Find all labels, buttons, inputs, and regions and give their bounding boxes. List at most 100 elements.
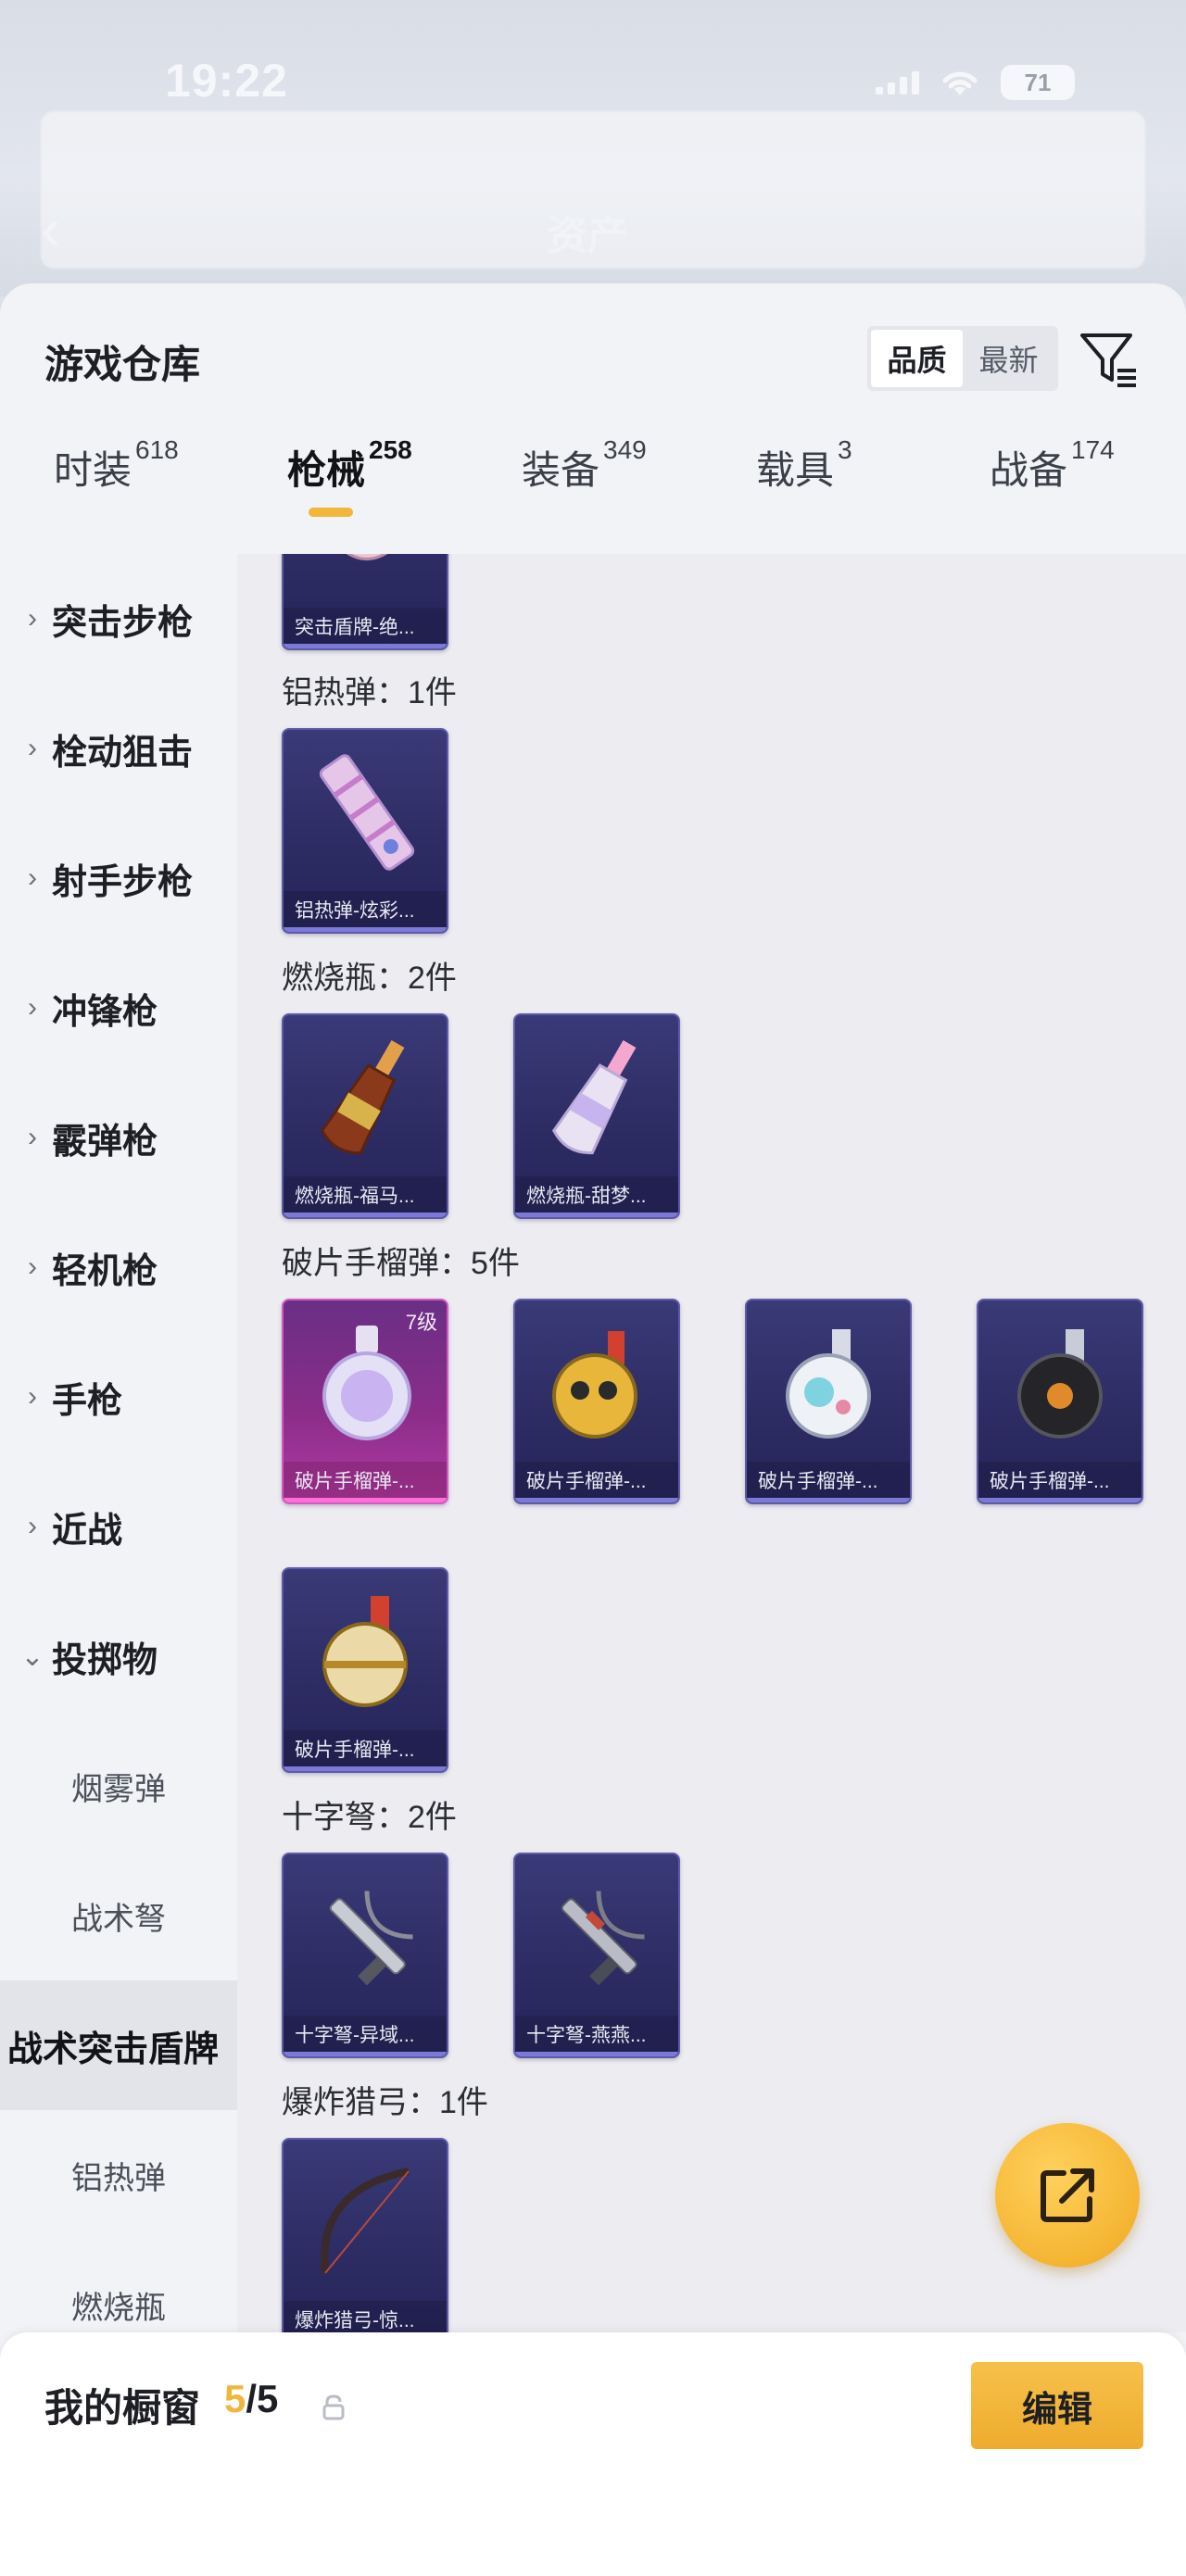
- item-caption: 突击盾牌-绝...: [284, 608, 447, 648]
- edit-button[interactable]: 编辑: [971, 2362, 1143, 2449]
- lock-icon[interactable]: [321, 2394, 347, 2421]
- sidebar-item-melee[interactable]: › 近战: [0, 1462, 237, 1591]
- background-title: 资产: [547, 213, 628, 258]
- sidebar-item-label: 突击步枪: [52, 603, 194, 643]
- chevron-right-icon: ›: [28, 1381, 37, 1412]
- tab-count: 618: [135, 435, 179, 464]
- item-card[interactable]: 燃烧瓶-福马...: [282, 1013, 448, 1219]
- group-title: 爆炸猎弓：1件: [282, 2085, 488, 2120]
- item-card[interactable]: 燃烧瓶-甜梦...: [513, 1013, 680, 1219]
- page-title: 游戏仓库: [44, 343, 201, 386]
- group-title: 十字弩：2件: [282, 1800, 457, 1835]
- item-card[interactable]: 爆炸猎弓-惊...: [282, 2138, 448, 2332]
- rarity-bar: [284, 1766, 447, 1771]
- item-card[interactable]: 破片手榴弹-...: [977, 1299, 1143, 1504]
- item-card[interactable]: 7级 破片手榴弹-...: [282, 1299, 448, 1504]
- showcase-title: 我的橱窗: [44, 2386, 201, 2430]
- tab-vehicles[interactable]: 载具 3: [756, 435, 852, 541]
- chevron-right-icon: ›: [28, 733, 37, 763]
- status-icons: 71: [876, 65, 1075, 100]
- tab-firearms[interactable]: 枪械 258: [287, 435, 412, 541]
- sidebar-item-label: 手枪: [52, 1381, 123, 1421]
- sheet-header: 游戏仓库 品质 最新: [0, 283, 1186, 404]
- rarity-bar: [515, 1498, 678, 1502]
- status-time: 19:22: [165, 55, 288, 107]
- crossbow-icon: [515, 1854, 678, 2019]
- item-card[interactable]: 破片手榴弹-...: [282, 1567, 448, 1773]
- molotov-icon: [515, 1015, 678, 1180]
- sort-toggle: 品质 最新: [867, 326, 1058, 391]
- sort-newest-button[interactable]: 最新: [963, 330, 1054, 387]
- item-card[interactable]: 十字弩-异域...: [282, 1853, 448, 2058]
- item-caption: 燃烧瓶-甜梦...: [515, 1176, 678, 1217]
- rarity-bar: [284, 2052, 447, 2056]
- group-title: 破片手榴弹：5件: [282, 1246, 520, 1281]
- item-caption: 破片手榴弹-...: [978, 1462, 1142, 1502]
- battery-icon: 71: [1001, 65, 1075, 100]
- sidebar-item-shotgun[interactable]: › 霰弹枪: [0, 1073, 237, 1202]
- sidebar-item-bolt-sniper[interactable]: › 栓动狙击: [0, 684, 237, 813]
- sort-quality-button[interactable]: 品质: [871, 330, 963, 387]
- sidebar-item-pistol[interactable]: › 手枪: [0, 1332, 237, 1462]
- showcase-max: 5: [257, 2377, 279, 2420]
- item-caption: 爆炸猎弓-惊...: [284, 2301, 447, 2332]
- molotov-icon: [284, 1015, 447, 1180]
- item-caption: 十字弩-异域...: [284, 2016, 447, 2056]
- sidebar-sub-assault-shield[interactable]: 战术突击盾牌: [0, 1980, 237, 2110]
- chevron-right-icon: ›: [28, 603, 37, 634]
- sidebar-sub-tactical-crossbow[interactable]: 战术弩: [0, 1851, 237, 1980]
- item-caption: 燃烧瓶-福马...: [284, 1176, 447, 1217]
- tab-count: 349: [603, 435, 647, 464]
- item-caption: 十字弩-燕燕...: [515, 2016, 678, 2056]
- sidebar-sub-thermite[interactable]: 铝热弹: [0, 2110, 237, 2240]
- rarity-bar: [284, 1213, 447, 1217]
- item-card[interactable]: 突击盾牌-绝...: [282, 554, 448, 650]
- category-tabs: 时装 618 枪械 258 装备 349 载具 3 战备 174: [0, 435, 1186, 558]
- item-caption: 铝热弹-炫彩...: [284, 891, 447, 932]
- tab-gear[interactable]: 战备 174: [990, 435, 1115, 541]
- sidebar-item-label: 轻机枪: [52, 1251, 158, 1291]
- group-title: 燃烧瓶：2件: [282, 961, 457, 996]
- item-caption: 破片手榴弹-...: [284, 1462, 447, 1502]
- item-card[interactable]: 破片手榴弹-...: [513, 1299, 680, 1504]
- group-title: 铝热弹：1件: [282, 675, 457, 710]
- cellular-signal-icon: [876, 70, 919, 94]
- showcase-current: 5: [224, 2377, 246, 2420]
- grenade-icon: [515, 1301, 678, 1465]
- sidebar-item-label: 射手步枪: [52, 862, 194, 902]
- share-button[interactable]: [995, 2123, 1140, 2268]
- tab-skins[interactable]: 时装 618: [54, 435, 179, 541]
- rarity-bar: [515, 1213, 678, 1217]
- tab-label: 装备: [522, 448, 600, 492]
- tab-count: 174: [1071, 435, 1115, 464]
- item-card[interactable]: 铝热弹-炫彩...: [282, 728, 448, 934]
- sidebar-item-throwables[interactable]: ⌄ 投掷物: [0, 1591, 237, 1721]
- active-tab-indicator: [309, 508, 353, 517]
- showcase-bar: 我的橱窗 5/5 编辑: [0, 2332, 1186, 2576]
- item-card[interactable]: 破片手榴弹-...: [745, 1299, 912, 1504]
- item-card[interactable]: 十字弩-燕燕...: [513, 1853, 680, 2058]
- sidebar-item-smg[interactable]: › 冲锋枪: [0, 943, 237, 1073]
- back-icon[interactable]: ‹: [41, 195, 60, 263]
- rarity-bar: [515, 2052, 678, 2056]
- tab-equipment[interactable]: 装备 349: [522, 435, 647, 541]
- sidebar-item-label: 近战: [52, 1511, 123, 1551]
- sidebar-sub-smoke[interactable]: 烟雾弹: [0, 1721, 237, 1851]
- sidebar-item-marksman-rifle[interactable]: › 射手步枪: [0, 813, 237, 943]
- chevron-right-icon: ›: [28, 1122, 37, 1152]
- rarity-bar: [747, 1498, 910, 1502]
- chevron-right-icon: ›: [28, 992, 37, 1023]
- filter-icon[interactable]: [1079, 330, 1140, 391]
- tab-count: 3: [838, 435, 852, 464]
- showcase-slash: /: [246, 2377, 258, 2420]
- sidebar-item-label: 冲锋枪: [52, 992, 158, 1032]
- sidebar-item-lmg[interactable]: › 轻机枪: [0, 1202, 237, 1332]
- sidebar-item-label: 栓动狙击: [52, 733, 194, 773]
- rarity-bar: [284, 927, 447, 932]
- sidebar-item-assault-rifle[interactable]: › 突击步枪: [0, 554, 237, 684]
- grenade-icon: [284, 1569, 447, 1734]
- chevron-down-icon: ⌄: [20, 1640, 44, 1672]
- chevron-right-icon: ›: [28, 862, 37, 893]
- category-sidebar: › 突击步枪 › 栓动狙击 › 射手步枪 › 冲锋枪 › 霰弹枪 › 轻机枪 ›…: [0, 554, 237, 2332]
- crossbow-icon: [284, 1854, 447, 2019]
